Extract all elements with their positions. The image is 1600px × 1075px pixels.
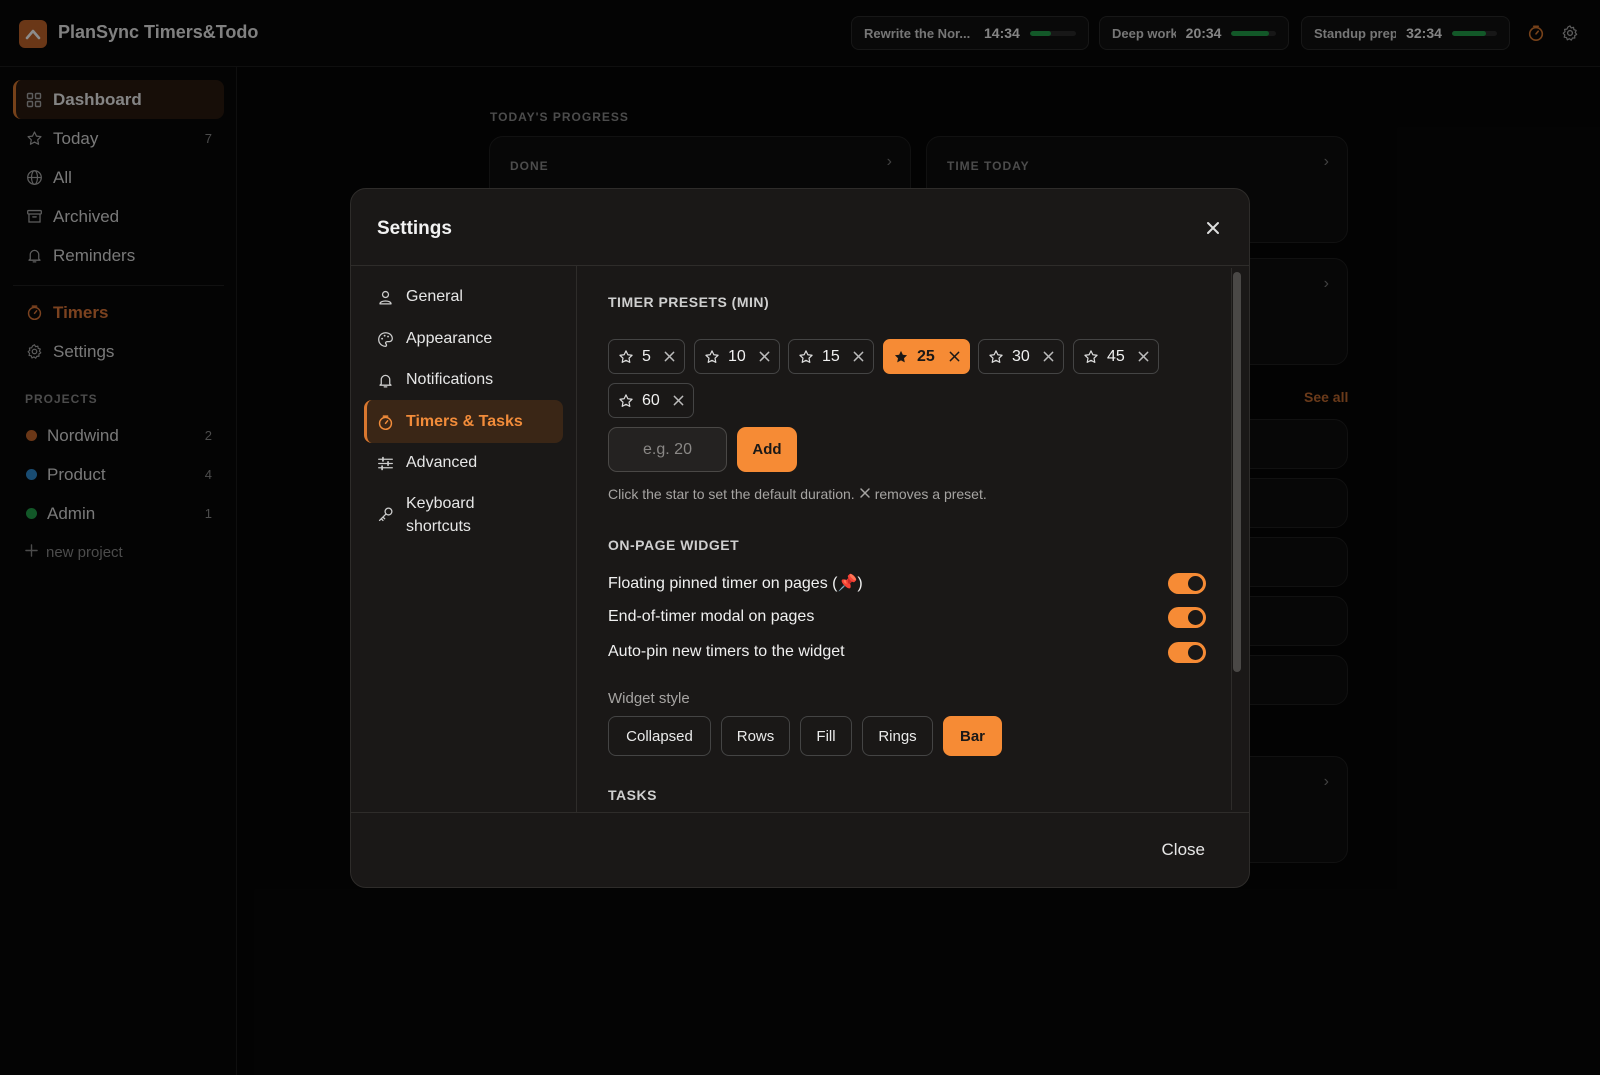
style-collapsed-button[interactable]: Collapsed bbox=[608, 716, 711, 756]
close-icon[interactable] bbox=[664, 351, 675, 362]
preset-chip[interactable]: 30 bbox=[978, 339, 1064, 374]
close-icon[interactable] bbox=[1201, 216, 1225, 240]
settings-modal: Settings General Appearance Notification… bbox=[350, 188, 1250, 888]
floating-timer-toggle[interactable] bbox=[1168, 573, 1206, 594]
settings-tab-label: Keyboard shortcuts bbox=[406, 495, 475, 535]
preset-chip[interactable]: 25 bbox=[883, 339, 970, 374]
star-icon[interactable] bbox=[798, 349, 814, 365]
style-bar-button[interactable]: Bar bbox=[943, 716, 1002, 756]
widget-style-label: Widget style bbox=[608, 690, 690, 707]
star-filled-icon[interactable] bbox=[893, 349, 909, 365]
bell-icon bbox=[376, 371, 394, 389]
toggle-row-auto-pin: Auto-pin new timers to the widget bbox=[608, 639, 1206, 665]
star-icon[interactable] bbox=[618, 393, 634, 409]
key-icon bbox=[376, 505, 394, 523]
settings-tab-keyboard-shortcuts[interactable]: Keyboard shortcuts bbox=[364, 482, 534, 548]
toggle-row-end-modal: End-of-timer modal on pages bbox=[608, 604, 1206, 630]
hint-text: removes a preset. bbox=[874, 486, 987, 502]
modal-footer: Close bbox=[351, 812, 1249, 887]
preset-value: 15 bbox=[822, 347, 840, 365]
style-rings-button[interactable]: Rings bbox=[862, 716, 933, 756]
preset-chip[interactable]: 15 bbox=[788, 339, 874, 374]
add-preset-button[interactable]: Add bbox=[737, 427, 797, 472]
close-icon bbox=[859, 486, 871, 502]
hint-text: Click the star to set the default durati… bbox=[608, 486, 855, 502]
sliders-icon bbox=[376, 454, 394, 472]
settings-tab-advanced[interactable]: Advanced bbox=[364, 441, 563, 484]
user-icon bbox=[376, 288, 394, 306]
settings-tab-label: General bbox=[406, 288, 463, 305]
auto-pin-toggle[interactable] bbox=[1168, 642, 1206, 663]
toggle-knob bbox=[1188, 645, 1203, 660]
tasks-heading: TASKS bbox=[608, 787, 657, 803]
toggle-knob bbox=[1188, 576, 1203, 591]
settings-tab-label: Advanced bbox=[406, 454, 478, 471]
settings-panel: TIMER PRESETS (MIN) 5 10 15 25 30 45 60 Add Cl… bbox=[578, 266, 1249, 812]
modal-header: Settings bbox=[351, 189, 1249, 266]
toggle-knob bbox=[1188, 610, 1203, 625]
preset-value: 30 bbox=[1012, 347, 1030, 365]
close-icon[interactable] bbox=[759, 351, 770, 362]
preset-value: 45 bbox=[1107, 347, 1125, 365]
toggle-label: Auto-pin new timers to the widget bbox=[608, 643, 845, 660]
widget-heading: ON-PAGE WIDGET bbox=[608, 537, 740, 553]
star-icon[interactable] bbox=[704, 349, 720, 365]
style-fill-button[interactable]: Fill bbox=[800, 716, 852, 756]
scrollbar-thumb[interactable] bbox=[1233, 272, 1241, 672]
close-icon[interactable] bbox=[673, 395, 684, 406]
settings-tab-notifications[interactable]: Notifications bbox=[364, 358, 563, 401]
close-icon[interactable] bbox=[1043, 351, 1054, 362]
style-rows-button[interactable]: Rows bbox=[721, 716, 790, 756]
preset-chip[interactable]: 60 bbox=[608, 383, 694, 418]
preset-value: 5 bbox=[642, 347, 651, 365]
preset-input[interactable] bbox=[608, 427, 727, 472]
end-modal-toggle[interactable] bbox=[1168, 607, 1206, 628]
settings-tab-label: Timers & Tasks bbox=[406, 413, 523, 430]
settings-tab-appearance[interactable]: Appearance bbox=[364, 317, 563, 360]
close-icon[interactable] bbox=[1138, 351, 1149, 362]
palette-icon bbox=[376, 330, 394, 348]
modal-title: Settings bbox=[377, 218, 452, 239]
close-icon[interactable] bbox=[853, 351, 864, 362]
star-icon[interactable] bbox=[988, 349, 1004, 365]
timer-icon bbox=[376, 413, 394, 431]
presets-heading: TIMER PRESETS (MIN) bbox=[608, 294, 770, 310]
settings-tab-timers-tasks[interactable]: Timers & Tasks bbox=[364, 400, 563, 443]
settings-nav: General Appearance Notifications Timers … bbox=[351, 266, 577, 812]
close-button[interactable]: Close bbox=[1162, 840, 1205, 860]
presets-hint: Click the star to set the default durati… bbox=[608, 486, 987, 502]
preset-chip[interactable]: 45 bbox=[1073, 339, 1159, 374]
preset-chip[interactable]: 5 bbox=[608, 339, 685, 374]
toggle-label: Floating pinned timer on pages (📌) bbox=[608, 575, 863, 592]
preset-value: 25 bbox=[917, 347, 935, 365]
preset-chip[interactable]: 10 bbox=[694, 339, 780, 374]
preset-value: 10 bbox=[728, 347, 746, 365]
preset-value: 60 bbox=[642, 391, 660, 409]
settings-tab-label: Appearance bbox=[406, 330, 493, 347]
close-icon[interactable] bbox=[949, 351, 960, 362]
toggle-row-floating-timer: Floating pinned timer on pages (📌) bbox=[608, 570, 1206, 596]
star-icon[interactable] bbox=[618, 349, 634, 365]
star-icon[interactable] bbox=[1083, 349, 1099, 365]
settings-tab-general[interactable]: General bbox=[364, 275, 563, 318]
toggle-label: End-of-timer modal on pages bbox=[608, 608, 815, 625]
settings-tab-label: Notifications bbox=[406, 371, 494, 388]
